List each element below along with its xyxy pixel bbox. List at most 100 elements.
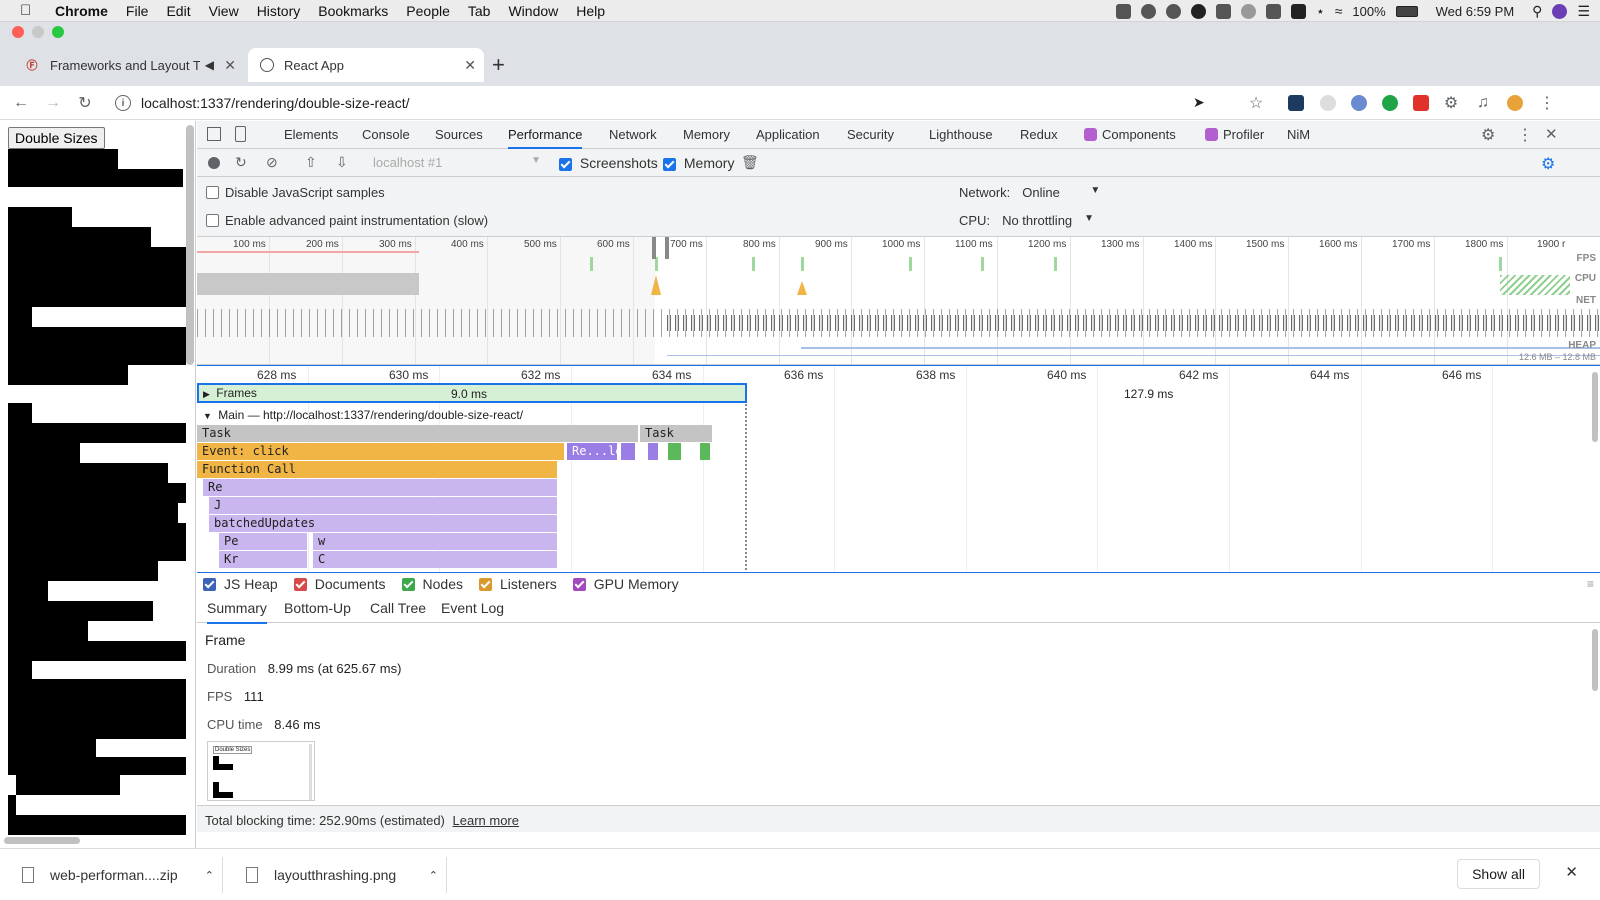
menu-view[interactable]: View xyxy=(209,3,239,19)
spotlight-icon[interactable]: ⚲ xyxy=(1532,3,1542,20)
flame-c[interactable]: C xyxy=(313,551,557,568)
tab-event-log[interactable]: Event Log xyxy=(441,600,504,616)
close-tab-icon[interactable]: ✕ xyxy=(224,57,236,74)
flame-kr[interactable]: Kr xyxy=(219,551,307,568)
capture-settings-gear-icon[interactable]: ⚙ xyxy=(1541,154,1555,174)
reload-record-icon[interactable]: ↻ xyxy=(235,154,247,171)
status-icon-1[interactable] xyxy=(1115,3,1131,19)
flame-w[interactable]: w xyxy=(313,533,557,550)
extension-icon-3[interactable] xyxy=(1351,95,1367,111)
battery-icon[interactable] xyxy=(1395,5,1418,17)
extensions-puzzle-icon[interactable]: ⚙ xyxy=(1440,92,1462,114)
show-all-button[interactable]: Show all xyxy=(1457,859,1540,889)
memory-checkbox[interactable]: Memory xyxy=(663,155,734,171)
tab-memory[interactable]: Memory xyxy=(683,121,730,149)
page-horizontal-scrollbar[interactable] xyxy=(4,837,80,844)
inspect-element-icon[interactable] xyxy=(207,127,221,141)
menu-window[interactable]: Window xyxy=(508,3,558,19)
clear-icon[interactable]: ⊘ xyxy=(266,154,278,171)
tab-lighthouse[interactable]: Lighthouse xyxy=(929,121,993,149)
apple-icon[interactable]:  xyxy=(20,2,36,19)
settings-gear-icon[interactable]: ⚙ xyxy=(1481,125,1495,145)
profile-icon[interactable] xyxy=(1507,95,1523,111)
address-bar[interactable]: i localhost:1337/rendering/double-size-r… xyxy=(115,90,1295,116)
notification-center-icon[interactable]: ☰ xyxy=(1577,3,1590,20)
recalc-style-bar[interactable]: Re...le xyxy=(567,443,617,460)
close-window-icon[interactable] xyxy=(12,26,24,38)
event-click-bar[interactable]: Event: click xyxy=(197,443,564,460)
advanced-paint-row[interactable]: Enable advanced paint instrumentation (s… xyxy=(206,213,488,228)
status-icon-7[interactable] xyxy=(1265,3,1281,19)
menu-history[interactable]: History xyxy=(257,3,301,19)
close-devtools-icon[interactable]: ✕ xyxy=(1545,125,1558,143)
menu-people[interactable]: People xyxy=(406,3,450,19)
double-sizes-button[interactable]: Double Sizes xyxy=(8,127,105,149)
tab-elements[interactable]: Elements xyxy=(284,121,338,149)
menu-edit[interactable]: Edit xyxy=(166,3,190,19)
menu-tab[interactable]: Tab xyxy=(468,3,491,19)
tab-redux[interactable]: Redux xyxy=(1020,121,1058,149)
task-bar[interactable]: Task xyxy=(640,425,712,442)
status-icon-5[interactable] xyxy=(1215,3,1231,19)
paint-bar[interactable] xyxy=(700,443,710,460)
tab-security[interactable]: Security xyxy=(847,121,894,149)
extension-icon-2[interactable] xyxy=(1320,95,1336,111)
target-select[interactable]: localhost #1 ▼ xyxy=(373,155,541,170)
forward-icon[interactable]: → xyxy=(42,92,64,114)
device-toolbar-icon[interactable] xyxy=(235,126,246,142)
reload-icon[interactable]: ↻ xyxy=(74,92,96,114)
chevron-up-icon[interactable]: ⌃ xyxy=(429,869,438,882)
resize-handle-icon[interactable]: ≡ xyxy=(1587,577,1594,591)
flame-pe[interactable]: Pe xyxy=(219,533,307,550)
trash-icon[interactable]: 🗑 xyxy=(741,154,759,171)
media-queue-icon[interactable]: ♫ xyxy=(1472,92,1494,114)
tab-network[interactable]: Network xyxy=(609,121,657,149)
extension-s-icon[interactable] xyxy=(1413,95,1429,111)
counter-listeners[interactable]: Listeners xyxy=(478,576,557,592)
layout-bar[interactable] xyxy=(621,443,635,460)
save-profile-icon[interactable]: ⇩ xyxy=(336,154,348,171)
checkbox-unchecked-icon[interactable] xyxy=(206,214,219,227)
status-icon-6[interactable] xyxy=(1240,3,1256,19)
tab-performance[interactable]: Performance xyxy=(508,121,583,149)
status-icon-4[interactable] xyxy=(1190,3,1206,19)
menu-file[interactable]: File xyxy=(126,3,149,19)
tab-frameworks[interactable]: Ⓕ Frameworks and Layout Th ◀ ✕ xyxy=(12,48,244,82)
more-options-icon[interactable]: ⋮ xyxy=(1517,125,1533,145)
task-bar[interactable]: Task xyxy=(197,425,638,442)
screenshots-checkbox[interactable]: Screenshots xyxy=(559,155,658,171)
menu-app-name[interactable]: Chrome xyxy=(55,3,108,19)
tab-bottom-up[interactable]: Bottom-Up xyxy=(284,600,351,616)
maximize-window-icon[interactable] xyxy=(52,26,64,38)
tab-nim[interactable]: NiM xyxy=(1287,121,1310,149)
bluetooth-icon[interactable]: ⋆ xyxy=(1316,3,1325,20)
counter-gpu-memory[interactable]: GPU Memory xyxy=(572,576,679,592)
learn-more-link[interactable]: Learn more xyxy=(453,813,519,828)
download-item[interactable]: layoutthrashing.png ⌃ xyxy=(246,849,442,900)
overview-selection-handle-right[interactable] xyxy=(665,237,669,259)
checkbox-unchecked-icon[interactable] xyxy=(206,186,219,199)
status-icon-3[interactable] xyxy=(1165,3,1181,19)
counter-documents[interactable]: Documents xyxy=(293,576,386,592)
mute-icon[interactable]: ◀ xyxy=(205,58,214,72)
close-tab-icon[interactable]: ✕ xyxy=(464,57,476,74)
load-profile-icon[interactable]: ⇧ xyxy=(305,154,317,171)
menu-kebab-icon[interactable]: ⋮ xyxy=(1536,92,1558,114)
flame-chart[interactable]: 628 ms 630 ms 632 ms 634 ms 636 ms 638 m… xyxy=(197,365,1600,573)
counter-js-heap[interactable]: JS Heap xyxy=(203,576,278,592)
siri-icon[interactable] xyxy=(1552,3,1568,19)
timeline-overview[interactable]: 100 ms 200 ms 300 ms 400 ms 500 ms 600 m… xyxy=(197,237,1600,365)
record-icon[interactable] xyxy=(208,157,220,169)
info-icon[interactable]: i xyxy=(115,95,131,111)
back-icon[interactable]: ← xyxy=(10,92,32,114)
wifi-icon[interactable]: ≈ xyxy=(1335,3,1343,19)
timeline-scrollbar[interactable] xyxy=(1592,372,1598,442)
flame-batched-updates[interactable]: batchedUpdates xyxy=(209,515,557,532)
layout-bar[interactable] xyxy=(648,443,658,460)
tab-components[interactable]: Components xyxy=(1102,121,1176,149)
counter-nodes[interactable]: Nodes xyxy=(401,576,463,592)
new-tab-button[interactable]: + xyxy=(492,52,505,78)
frame-screenshot-thumbnail[interactable]: Double Sizes xyxy=(207,741,315,801)
menu-bookmarks[interactable]: Bookmarks xyxy=(318,3,388,19)
function-call-bar[interactable]: Function Call xyxy=(197,461,557,478)
